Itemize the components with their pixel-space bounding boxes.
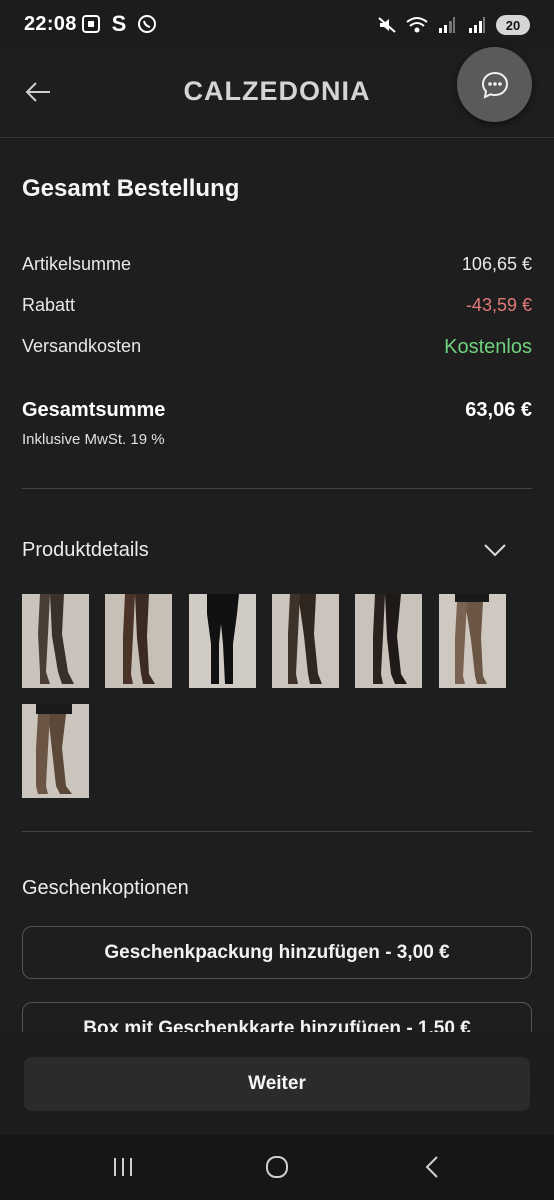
product-thumbnail[interactable] (105, 594, 172, 688)
discount-label: Rabatt (22, 295, 76, 315)
product-thumbnail[interactable] (355, 594, 422, 688)
chevron-down-icon (480, 535, 510, 565)
whatsapp-icon (136, 13, 158, 35)
s-app-icon: S (111, 11, 127, 36)
product-details-toggle[interactable]: Produktdetails (22, 535, 532, 565)
add-gift-wrap-button[interactable]: Geschenkpackung hinzufügen - 3,00 € (22, 926, 532, 979)
signal-icon-2 (466, 14, 488, 36)
system-back-button[interactable] (412, 1149, 452, 1185)
subtotal-label: Artikelsumme (22, 254, 132, 274)
product-thumbnail[interactable] (189, 594, 256, 688)
total-label: Gesamtsumme (22, 399, 166, 421)
shipping-value: Kostenlos (444, 336, 532, 358)
recent-apps-icon (114, 1158, 132, 1176)
divider (22, 831, 532, 832)
recent-apps-button[interactable] (103, 1149, 143, 1185)
battery-indicator: 20 (496, 15, 530, 35)
order-summary-content: Gesamt Bestellung Artikelsumme 106,65 € … (0, 139, 554, 1032)
product-thumbnail[interactable] (439, 594, 506, 688)
product-thumbnail[interactable] (22, 594, 89, 688)
summary-row-total: Gesamtsumme 63,06 € (22, 399, 532, 422)
chevron-left-icon (425, 1156, 438, 1178)
screenshot-icon (80, 13, 102, 35)
signal-icon (436, 14, 458, 36)
mute-icon (376, 14, 398, 36)
status-time: 22:08 (24, 13, 77, 35)
summary-row-shipping: Versandkosten Kostenlos (22, 336, 532, 359)
product-details-title: Produktdetails (22, 538, 149, 561)
tax-note: Inklusive MwSt. 19 % (22, 431, 165, 448)
bottom-action-bar: Weiter (0, 1032, 554, 1135)
product-thumbnail[interactable] (22, 704, 89, 798)
chat-button[interactable] (457, 47, 532, 122)
subtotal-value: 106,65 € (461, 254, 532, 274)
gift-options-title: Geschenkoptionen (22, 877, 189, 899)
product-thumbnail[interactable] (272, 594, 339, 688)
next-button[interactable]: Weiter (24, 1057, 530, 1111)
total-value: 63,06 € (465, 399, 532, 421)
system-nav-bar (0, 1135, 554, 1200)
summary-row-subtotal: Artikelsumme 106,65 € (22, 254, 532, 275)
add-gift-box-button[interactable]: Box mit Geschenkkarte hinzufügen - 1,50 … (22, 1002, 532, 1032)
order-title: Gesamt Bestellung (22, 175, 240, 202)
chat-bubble-icon (481, 71, 508, 99)
discount-value: -43,59 € (465, 295, 532, 315)
home-icon (266, 1156, 288, 1178)
status-bar: 22:08 S 20 (0, 0, 554, 50)
summary-row-discount: Rabatt -43,59 € (22, 295, 532, 316)
divider (22, 488, 532, 489)
home-button[interactable] (257, 1149, 297, 1185)
shipping-label: Versandkosten (22, 336, 142, 356)
wifi-icon (406, 14, 428, 36)
